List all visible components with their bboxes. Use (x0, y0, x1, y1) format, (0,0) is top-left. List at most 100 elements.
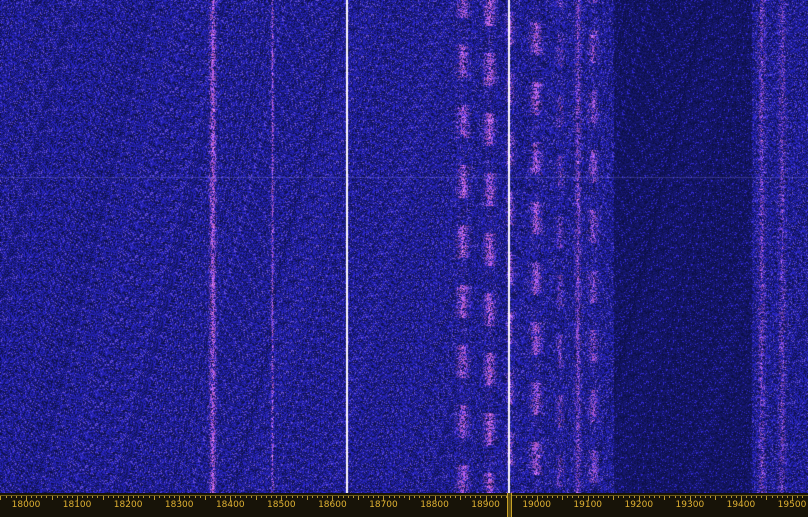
minor-tick (352, 496, 354, 498)
minor-tick (623, 496, 625, 498)
minor-tick (189, 496, 191, 498)
minor-tick (301, 496, 303, 498)
minor-tick (204, 496, 206, 500)
minor-tick (327, 496, 329, 498)
minor-tick (705, 496, 707, 498)
frequency-label: 18000 (11, 500, 41, 510)
minor-tick (766, 496, 768, 500)
minor-tick (802, 496, 804, 498)
minor-tick (475, 496, 477, 498)
minor-tick (449, 496, 451, 498)
minor-tick (378, 496, 380, 498)
minor-tick (87, 496, 89, 498)
minor-tick (347, 496, 349, 498)
minor-tick (756, 496, 758, 498)
minor-tick (317, 496, 319, 498)
minor-tick (439, 496, 441, 498)
frequency-scale[interactable]: 18000 18100 18200 18300 18400 18500 18600 18700… (0, 493, 808, 517)
minor-tick (51, 496, 53, 500)
minor-tick (526, 496, 528, 498)
minor-tick (373, 496, 375, 498)
minor-tick (403, 496, 405, 498)
minor-tick (220, 496, 222, 498)
minor-tick (245, 496, 247, 498)
waterfall-display[interactable] (0, 0, 808, 493)
minor-tick (117, 496, 119, 498)
minor-tick (414, 496, 416, 498)
minor-tick (577, 496, 579, 498)
minor-tick (557, 496, 559, 498)
minor-tick (521, 496, 523, 498)
frequency-label: 19200 (624, 500, 654, 510)
minor-tick (199, 496, 201, 498)
minor-tick (46, 496, 48, 498)
minor-tick (781, 496, 783, 498)
minor-tick (516, 496, 518, 498)
minor-tick (771, 496, 773, 498)
minor-tick (649, 496, 650, 498)
minor-tick (143, 496, 145, 498)
minor-tick (643, 496, 645, 498)
minor-tick (608, 496, 610, 498)
minor-tick (531, 496, 533, 498)
minor-tick (240, 496, 242, 498)
frequency-label: 19500 (777, 500, 807, 510)
minor-tick (123, 496, 125, 498)
minor-tick (357, 496, 359, 500)
minor-tick (628, 496, 630, 498)
minor-tick (715, 496, 717, 500)
minor-tick (465, 496, 467, 498)
minor-tick (20, 496, 22, 498)
minor-tick (66, 496, 68, 498)
minor-tick (107, 496, 109, 498)
minor-tick (260, 496, 262, 498)
minor-tick (174, 496, 176, 498)
minor-tick (168, 496, 170, 498)
minor-tick (546, 496, 548, 498)
minor-tick (786, 496, 788, 498)
minor-tick (286, 496, 288, 498)
minor-tick (158, 496, 160, 498)
minor-tick (71, 496, 73, 498)
minor-tick (572, 496, 574, 498)
minor-tick (342, 496, 344, 498)
minor-tick (797, 496, 799, 498)
minor-tick (209, 496, 211, 498)
minor-tick (454, 496, 456, 498)
minor-tick (56, 496, 58, 498)
tune-marker[interactable] (506, 493, 512, 517)
minor-tick (761, 496, 763, 498)
minor-tick (41, 496, 43, 498)
frequency-label: 19100 (573, 500, 603, 510)
minor-tick (296, 496, 298, 498)
minor-tick (567, 496, 569, 498)
minor-tick (61, 496, 63, 498)
minor-tick (618, 496, 620, 498)
minor-tick (363, 496, 365, 498)
minor-tick (148, 496, 150, 498)
minor-tick (730, 496, 732, 498)
frequency-label: 18400 (215, 500, 245, 510)
minor-tick (480, 496, 482, 498)
minor-tick (97, 496, 99, 498)
minor-tick (751, 496, 753, 498)
minor-tick (419, 496, 421, 498)
minor-tick (500, 496, 502, 498)
minor-tick (694, 496, 696, 498)
minor-tick (700, 496, 702, 498)
minor-tick (214, 496, 216, 498)
minor-tick (10, 496, 12, 498)
minor-tick (337, 496, 339, 498)
frequency-label: 18200 (113, 500, 143, 510)
frequency-label: 18500 (267, 500, 296, 510)
minor-tick (271, 496, 273, 498)
minor-tick (82, 496, 84, 498)
minor-tick (92, 496, 94, 498)
minor-tick (31, 496, 33, 498)
minor-tick (388, 496, 390, 498)
frequency-label: 18100 (62, 500, 92, 510)
minor-tick (225, 496, 227, 498)
minor-tick (5, 496, 7, 498)
frequency-label: 18800 (420, 500, 449, 510)
frequency-label: 19400 (726, 500, 756, 510)
